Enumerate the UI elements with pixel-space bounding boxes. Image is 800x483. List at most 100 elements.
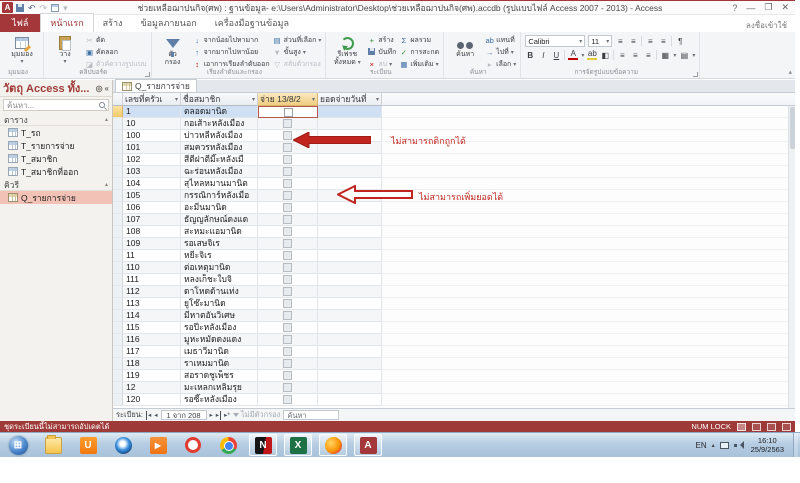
cell-paid[interactable] — [258, 214, 318, 226]
row-selector[interactable] — [113, 394, 123, 406]
paid-checkbox[interactable] — [283, 395, 292, 404]
paid-checkbox[interactable] — [283, 179, 292, 188]
find-button[interactable]: ค้นหา — [448, 34, 482, 68]
paste-button[interactable]: วาง ▾ — [48, 34, 82, 68]
row-selector[interactable] — [113, 310, 123, 322]
paid-checkbox[interactable] — [283, 167, 292, 176]
opera-icon[interactable] — [179, 434, 207, 456]
row-selector[interactable] — [113, 214, 123, 226]
row-selector[interactable] — [113, 190, 123, 202]
swirl-app-icon[interactable] — [109, 434, 137, 456]
first-record-button[interactable]: ◂ — [146, 411, 151, 420]
paid-checkbox[interactable] — [283, 371, 292, 380]
paid-checkbox[interactable] — [283, 251, 292, 260]
cell-paid-date[interactable] — [318, 310, 382, 322]
sidebar-item-table[interactable]: T_สมาชิก — [0, 152, 112, 165]
row-selector[interactable] — [113, 262, 123, 274]
cell-paid-date[interactable] — [318, 226, 382, 238]
spelling-button[interactable]: ✓ การสะกด — [399, 47, 439, 58]
cell-paid-date[interactable] — [318, 286, 382, 298]
row-selector[interactable] — [113, 358, 123, 370]
cell-household-no[interactable]: 119 — [123, 370, 181, 382]
cell-paid-date[interactable] — [318, 214, 382, 226]
table-row[interactable]: 107ธัญญลักษณ์ดงแด — [113, 214, 795, 226]
uc-browser-icon[interactable]: U — [74, 434, 102, 456]
cell-member-name[interactable]: เมธาวีมานิด — [181, 346, 258, 358]
cell-paid[interactable] — [258, 382, 318, 394]
cell-member-name[interactable]: รอปีะหลังเมือง — [181, 322, 258, 334]
goto-button[interactable]: → ไปที่ ▾ — [485, 47, 516, 58]
datasheet-quick-icon[interactable] — [51, 4, 59, 12]
table-row[interactable]: 11หยีะจิเร — [113, 250, 795, 262]
views-button[interactable]: มุมมอง ▾ — [5, 34, 39, 68]
row-selector[interactable] — [113, 382, 123, 394]
select-all-corner[interactable] — [113, 93, 123, 106]
column-header-paid-checkbox[interactable]: จ่าย 13/8/2 ▾ — [258, 93, 318, 106]
table-row[interactable]: 115รอปีะหลังเมือง — [113, 322, 795, 334]
cell-household-no[interactable]: 114 — [123, 310, 181, 322]
paid-checkbox[interactable] — [283, 299, 292, 308]
access-taskbar-icon[interactable]: A — [354, 434, 382, 456]
cell-household-no[interactable]: 115 — [123, 322, 181, 334]
italic-button[interactable]: I — [538, 51, 548, 60]
datasheet-view-button[interactable] — [737, 423, 746, 431]
tab-external-data[interactable]: ข้อมูลภายนอก — [131, 14, 205, 32]
previous-record-button[interactable]: ◂ — [154, 411, 157, 420]
cell-paid-date[interactable] — [318, 334, 382, 346]
tab-database-tools[interactable]: เครื่องมือฐานข้อมูล — [206, 14, 298, 32]
sign-in-link[interactable]: ลงชื่อเข้าใช้ — [746, 19, 795, 32]
cell-paid-date[interactable] — [318, 106, 382, 118]
cell-paid[interactable] — [258, 154, 318, 166]
table-row[interactable]: 104สุไหลหมานมานิต — [113, 178, 795, 190]
cell-paid[interactable] — [258, 226, 318, 238]
cell-paid-date[interactable] — [318, 358, 382, 370]
cell-paid[interactable] — [258, 310, 318, 322]
increase-indent-icon[interactable]: ≡ — [658, 37, 668, 46]
cell-paid[interactable] — [258, 118, 318, 130]
filter-status[interactable]: ไม่มีตัวกรอง — [233, 409, 280, 421]
align-right-icon[interactable]: ≡ — [643, 51, 653, 60]
cell-member-name[interactable]: ยูโซ๊ะมานิด — [181, 298, 258, 310]
table-row[interactable]: 113ยูโซ๊ะมานิด — [113, 298, 795, 310]
cell-household-no[interactable]: 105 — [123, 190, 181, 202]
tab-home[interactable]: หน้าแรก — [40, 13, 93, 32]
table-row[interactable]: 120รอซี๊ะหลังเมือง — [113, 394, 795, 406]
bold-button[interactable]: B — [525, 51, 535, 60]
paid-checkbox[interactable] — [283, 215, 292, 224]
row-selector[interactable] — [113, 130, 123, 142]
design-view-button[interactable] — [782, 423, 791, 431]
cell-member-name[interactable]: ดาโหดด้านเท่ง — [181, 286, 258, 298]
font-color-button[interactable]: A — [568, 50, 578, 60]
cell-household-no[interactable]: 1 — [123, 106, 181, 118]
cell-paid[interactable] — [258, 106, 318, 118]
paid-checkbox[interactable] — [283, 131, 292, 140]
cell-member-name[interactable]: สอราดชูเพ็ชร — [181, 370, 258, 382]
row-selector[interactable] — [113, 238, 123, 250]
navigation-pane-header[interactable]: วัตถุ Access ทั้ง... ◎ « — [0, 80, 112, 97]
cell-member-name[interactable]: ตลอดมานิด — [181, 106, 258, 118]
cell-member-name[interactable]: กอเส้าะหลังเมือง — [181, 118, 258, 130]
navigation-search-box[interactable]: ค้นหา... — [3, 99, 109, 111]
cell-household-no[interactable]: 113 — [123, 298, 181, 310]
cell-paid-date[interactable] — [318, 238, 382, 250]
close-button[interactable]: ✕ — [781, 2, 789, 13]
row-selector[interactable] — [113, 154, 123, 166]
fill-color-button[interactable]: ◧ — [600, 51, 610, 60]
row-selector[interactable] — [113, 202, 123, 214]
volume-icon[interactable] — [734, 441, 742, 449]
cell-paid[interactable] — [258, 370, 318, 382]
new-record-button[interactable]: + สร้าง — [367, 35, 396, 46]
column-header-household-no[interactable]: เลขที่ครัวเ ▾ — [123, 93, 181, 106]
paid-checkbox[interactable] — [283, 239, 292, 248]
replace-button[interactable]: ab แทนที่ — [485, 35, 516, 46]
navigation-menu-icon[interactable]: ◎ — [96, 84, 103, 93]
cell-household-no[interactable]: 12 — [123, 382, 181, 394]
paid-checkbox[interactable] — [283, 155, 292, 164]
cell-paid[interactable] — [258, 166, 318, 178]
cell-member-name[interactable]: สะหมะแอมานิด — [181, 226, 258, 238]
tab-file[interactable]: ไฟล์ — [0, 14, 40, 32]
cell-paid-date[interactable] — [318, 262, 382, 274]
font-name-select[interactable]: Calibri ▾ — [525, 35, 585, 47]
clipboard-dialog-launcher[interactable] — [145, 72, 150, 77]
start-button[interactable]: ⊞ — [4, 434, 32, 456]
